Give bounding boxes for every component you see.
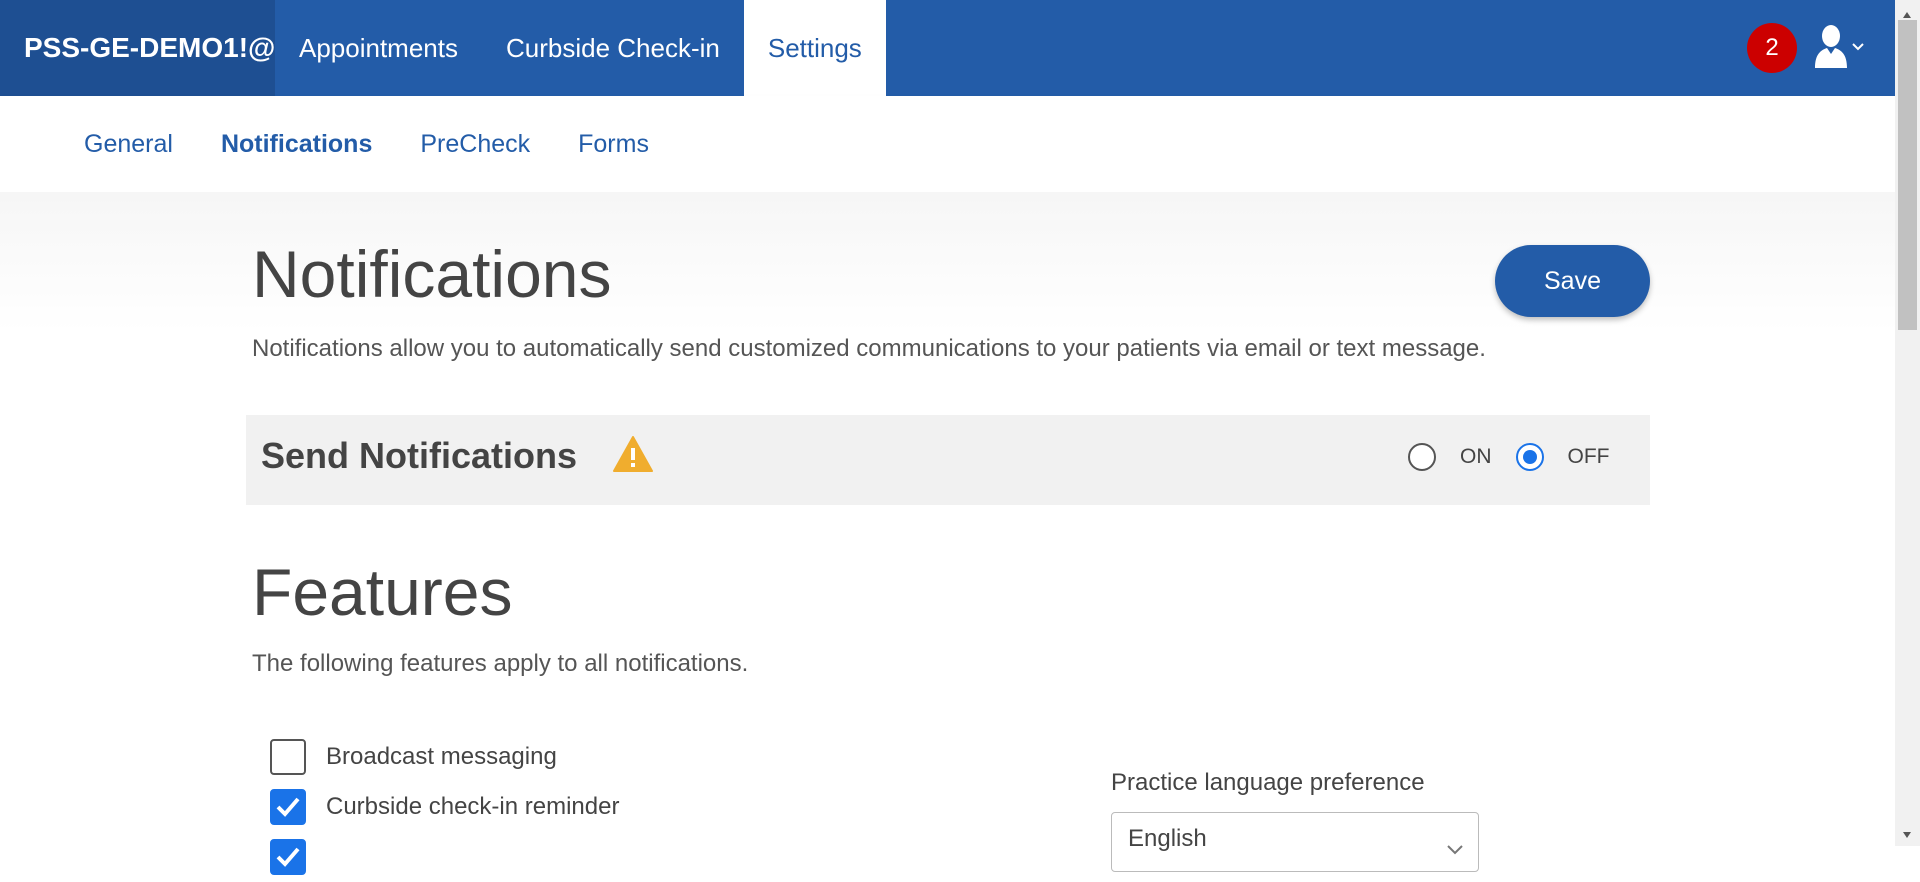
subnav-forms[interactable]: Forms bbox=[554, 130, 673, 159]
feature-broadcast-messaging: Broadcast messaging bbox=[270, 732, 619, 782]
radio-off[interactable] bbox=[1515, 443, 1544, 471]
radio-on[interactable] bbox=[1408, 443, 1436, 471]
checkmark-icon bbox=[276, 847, 300, 867]
radio-on-label: ON bbox=[1460, 445, 1492, 468]
features-description: The following features apply to all noti… bbox=[252, 650, 749, 677]
chevron-down-icon bbox=[1446, 835, 1464, 863]
page-scrollbar[interactable] bbox=[1895, 0, 1920, 846]
checkbox-feature-3[interactable] bbox=[270, 839, 306, 875]
language-select[interactable]: English bbox=[1111, 812, 1479, 872]
main-nav: Appointments Curbside Check-in Settings bbox=[275, 0, 886, 96]
feature-list: Broadcast messaging Curbside check-in re… bbox=[270, 732, 619, 882]
send-notifications-title: Send Notifications bbox=[261, 435, 578, 476]
user-avatar-icon bbox=[1813, 24, 1849, 73]
scroll-down-arrow-icon[interactable] bbox=[1902, 826, 1912, 844]
features-title: Features bbox=[252, 555, 513, 629]
header-actions: 2 bbox=[1747, 0, 1895, 96]
radio-off-label: OFF bbox=[1567, 445, 1610, 468]
notification-badge[interactable]: 2 bbox=[1747, 23, 1797, 73]
top-navbar: PSS-GE-DEMO1!@ Appointments Curbside Che… bbox=[0, 0, 1895, 96]
nav-appointments[interactable]: Appointments bbox=[275, 0, 482, 96]
feature-label: Broadcast messaging bbox=[326, 743, 557, 770]
chevron-down-icon bbox=[1851, 39, 1865, 57]
page-title: Notifications bbox=[252, 237, 612, 311]
language-preference-label: Practice language preference bbox=[1111, 769, 1425, 796]
subnav-precheck[interactable]: PreCheck bbox=[396, 130, 554, 159]
settings-subnav: General Notifications PreCheck Forms bbox=[0, 96, 1895, 192]
subnav-general[interactable]: General bbox=[60, 130, 197, 159]
scrollbar-thumb[interactable] bbox=[1898, 20, 1917, 330]
checkbox-curbside-reminder[interactable] bbox=[270, 789, 306, 825]
main-content: Notifications Save Notifications allow y… bbox=[0, 192, 1895, 875]
language-select-value: English bbox=[1128, 825, 1207, 852]
warning-triangle-icon bbox=[612, 435, 654, 478]
brand-name[interactable]: PSS-GE-DEMO1!@ bbox=[0, 0, 275, 96]
save-button[interactable]: Save bbox=[1495, 245, 1650, 317]
feature-curbside-reminder: Curbside check-in reminder bbox=[270, 782, 619, 832]
checkbox-broadcast-messaging[interactable] bbox=[270, 739, 306, 775]
nav-settings[interactable]: Settings bbox=[743, 0, 886, 96]
send-notifications-panel: Send Notifications ON OFF bbox=[246, 415, 1650, 505]
checkmark-icon bbox=[276, 797, 300, 817]
feature-item-partial bbox=[270, 832, 619, 882]
nav-curbside-check-in[interactable]: Curbside Check-in bbox=[482, 0, 744, 96]
page-description: Notifications allow you to automatically… bbox=[252, 335, 1486, 362]
subnav-notifications[interactable]: Notifications bbox=[197, 130, 396, 159]
user-menu[interactable] bbox=[1813, 24, 1865, 73]
feature-label: Curbside check-in reminder bbox=[326, 793, 620, 820]
send-notifications-toggle: ON OFF bbox=[1408, 443, 1634, 471]
